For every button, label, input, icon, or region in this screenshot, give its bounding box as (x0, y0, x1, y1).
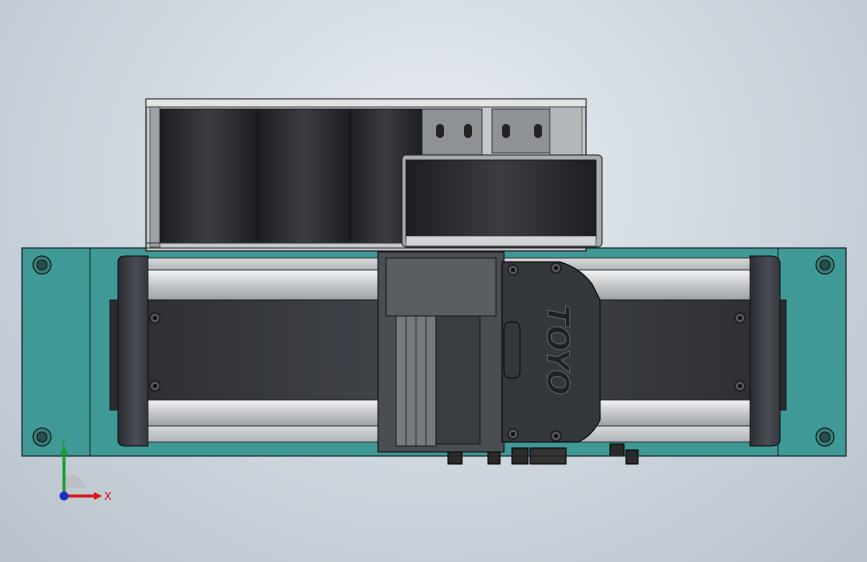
carriage-cover-plate[interactable]: TOYO (501, 261, 601, 443)
screw (734, 312, 746, 324)
y-axis-label: Y (59, 440, 67, 449)
mounting-hole (815, 427, 835, 447)
screw (550, 430, 562, 442)
axis-triad: Y X (59, 440, 112, 503)
x-axis-label: X (104, 490, 112, 503)
screw (149, 312, 161, 324)
cad-viewport[interactable]: TOYO (0, 0, 867, 562)
pulley-cover[interactable] (401, 154, 603, 248)
screw (550, 262, 562, 274)
brand-logo: TOYO (540, 305, 575, 395)
screw (507, 428, 519, 440)
carriage[interactable] (377, 251, 505, 453)
mounting-hole (815, 255, 835, 275)
screw (149, 380, 161, 392)
screw (507, 264, 519, 276)
screw (734, 380, 746, 392)
mounting-hole (32, 255, 52, 275)
